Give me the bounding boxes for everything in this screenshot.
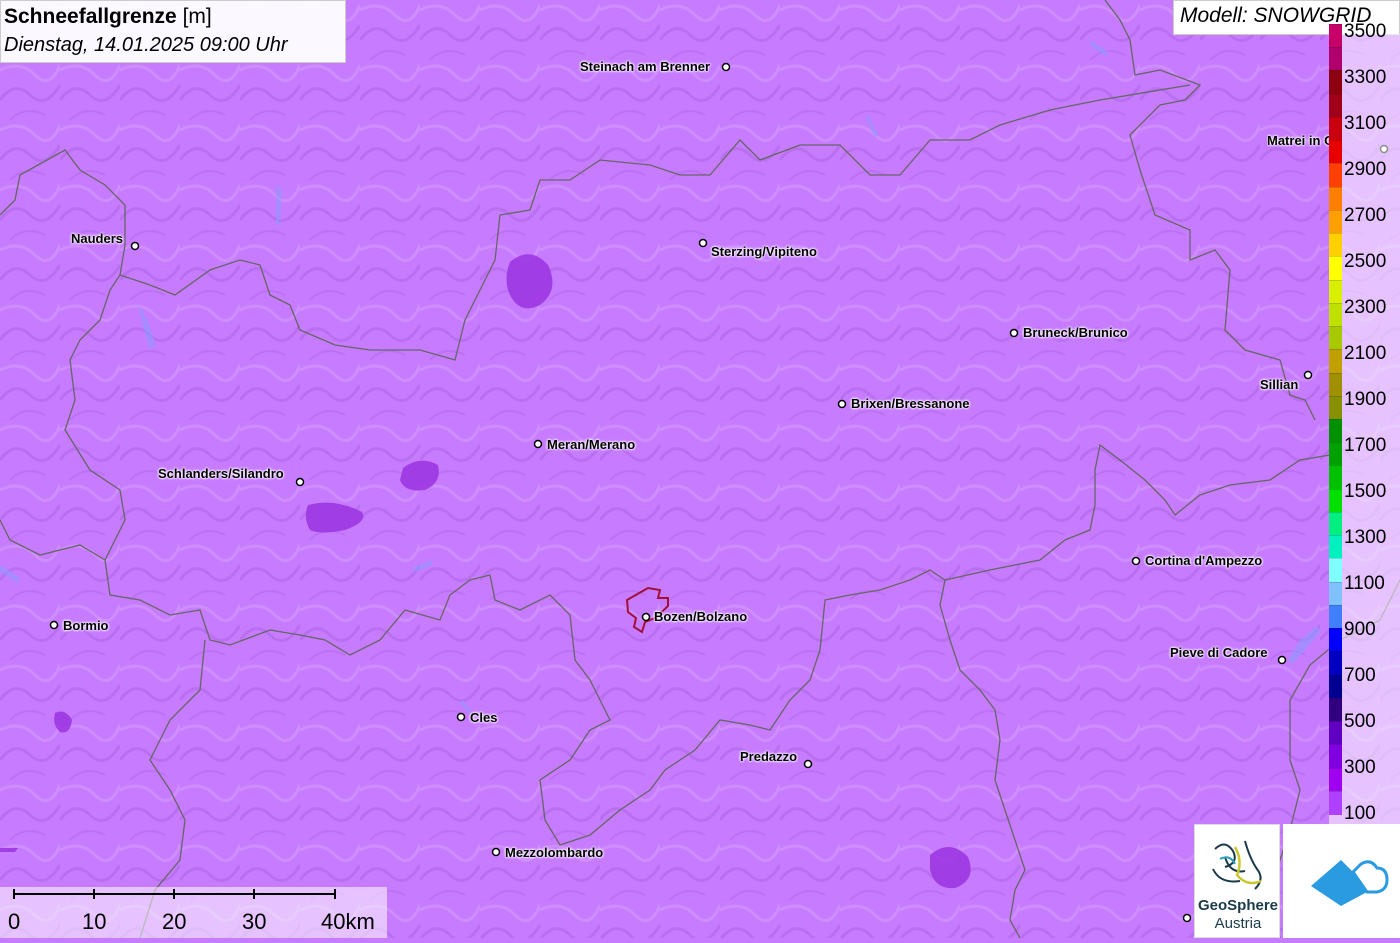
city-label-bozen: Bozen/Bolzano — [654, 609, 748, 624]
legend-swatch — [1329, 93, 1342, 118]
legend-swatch — [1329, 558, 1342, 583]
city-label-meran: Meran/Merano — [547, 437, 636, 452]
legend-label: 700 — [1344, 665, 1376, 686]
legend-label: 3300 — [1344, 67, 1387, 88]
city-label-bruneck: Bruneck/Brunico — [1023, 325, 1128, 340]
legend-swatch — [1329, 419, 1342, 444]
city-label-schlanders: Schlanders/Silandro — [158, 466, 284, 481]
legend-swatch — [1329, 767, 1342, 792]
legend-swatch — [1329, 465, 1342, 490]
legend-swatch — [1329, 721, 1342, 746]
city-label-bormio: Bormio — [63, 618, 109, 633]
legend-label: 2300 — [1344, 297, 1387, 318]
legend-swatch — [1329, 604, 1342, 630]
legend-label: 2700 — [1344, 205, 1387, 226]
map-title-panel: Schneefallgrenze [m] Dienstag, 14.01.202… — [0, 0, 346, 63]
scale-label-40km: 40km — [321, 909, 375, 934]
legend-label: 1900 — [1344, 389, 1387, 410]
map-datetime: Dienstag, 14.01.2025 09:00 Uhr — [4, 34, 288, 56]
city-label-sillian: Sillian — [1260, 377, 1299, 392]
legend-label: 2900 — [1344, 159, 1387, 180]
legend-label: 100 — [1344, 803, 1376, 824]
legend-swatch — [1329, 395, 1342, 420]
legend-swatch — [1329, 511, 1342, 537]
legend-swatch — [1329, 47, 1342, 72]
legend-swatch — [1329, 488, 1342, 513]
legend-label: 1300 — [1344, 527, 1387, 548]
legend-label: 3500 — [1344, 21, 1387, 42]
color-legend: 3500 3300 3100 2900 2700 2500 2300 2100 1900 1700… — [1329, 22, 1400, 824]
legend-swatch — [1329, 163, 1342, 188]
legend-label: 2500 — [1344, 251, 1387, 272]
app-logo[interactable] — [1283, 824, 1400, 938]
legend-swatch — [1329, 326, 1342, 351]
legend-swatch — [1329, 581, 1342, 606]
legend-label: 1500 — [1344, 481, 1387, 502]
city-label-predazzo: Predazzo — [740, 749, 798, 764]
legend-label: 900 — [1344, 619, 1376, 640]
city-label-cortina: Cortina d'Ampezzo — [1145, 553, 1263, 568]
legend-swatch — [1329, 233, 1342, 258]
city-label-mezzolombardo: Mezzolombardo — [505, 845, 604, 860]
legend-swatch — [1329, 372, 1342, 397]
city-label-sterzing: Sterzing/Vipiteno — [711, 244, 817, 259]
legend-swatch — [1329, 349, 1342, 374]
legend-swatch — [1329, 209, 1342, 235]
city-label-nauders: Nauders — [71, 231, 124, 246]
legend-swatch — [1329, 628, 1342, 653]
scale-label-10: 10 — [82, 909, 107, 934]
legend-swatch — [1329, 279, 1342, 304]
legend-label: 3100 — [1344, 113, 1387, 134]
legend-label: 2100 — [1344, 343, 1387, 364]
city-label-pieve: Pieve di Cadore — [1170, 645, 1268, 660]
city-label-steinach: Steinach am Brenner — [580, 59, 711, 74]
legend-swatch — [1329, 24, 1342, 49]
scale-label-0: 0 — [8, 909, 21, 934]
legend-swatch — [1329, 302, 1342, 328]
legend-swatch — [1329, 140, 1342, 165]
geosphere-logo[interactable]: GeoSphere Austria — [1194, 824, 1280, 938]
legend-swatch — [1329, 697, 1342, 723]
legend-label: 300 — [1344, 757, 1376, 778]
map-title-unit: [m] — [176, 5, 212, 28]
city-label-matrei: Matrei in Osttirol — [1267, 134, 1329, 148]
geosphere-subname: Austria — [1214, 915, 1262, 932]
legend-swatch — [1329, 744, 1342, 769]
legend-swatch — [1329, 790, 1342, 815]
scale-label-20: 20 — [162, 909, 187, 934]
legend-swatch — [1329, 651, 1342, 676]
legend-color-bar — [1329, 24, 1342, 824]
legend-swatch — [1329, 535, 1342, 560]
legend-label: 1700 — [1344, 435, 1387, 456]
legend-label: 1100 — [1344, 573, 1385, 594]
legend-swatch — [1329, 116, 1342, 142]
city-label-cles: Cles — [470, 710, 498, 725]
legend-swatch — [1329, 256, 1342, 281]
geosphere-emblem-icon — [1212, 840, 1262, 890]
legend-swatch — [1329, 442, 1342, 467]
scale-label-30: 30 — [242, 909, 267, 934]
legend-swatch — [1329, 186, 1342, 211]
legend-swatch — [1329, 674, 1342, 699]
city-label-brixen: Brixen/Bressanone — [851, 396, 970, 411]
scale-bar: 0 10 20 30 40km — [0, 887, 387, 938]
legend-label: 500 — [1344, 711, 1376, 732]
geosphere-name: GeoSphere — [1197, 897, 1279, 914]
legend-swatch — [1329, 70, 1342, 95]
map-title: Schneefallgrenze — [4, 5, 177, 28]
cloud-arrow-icon — [1311, 860, 1389, 906]
